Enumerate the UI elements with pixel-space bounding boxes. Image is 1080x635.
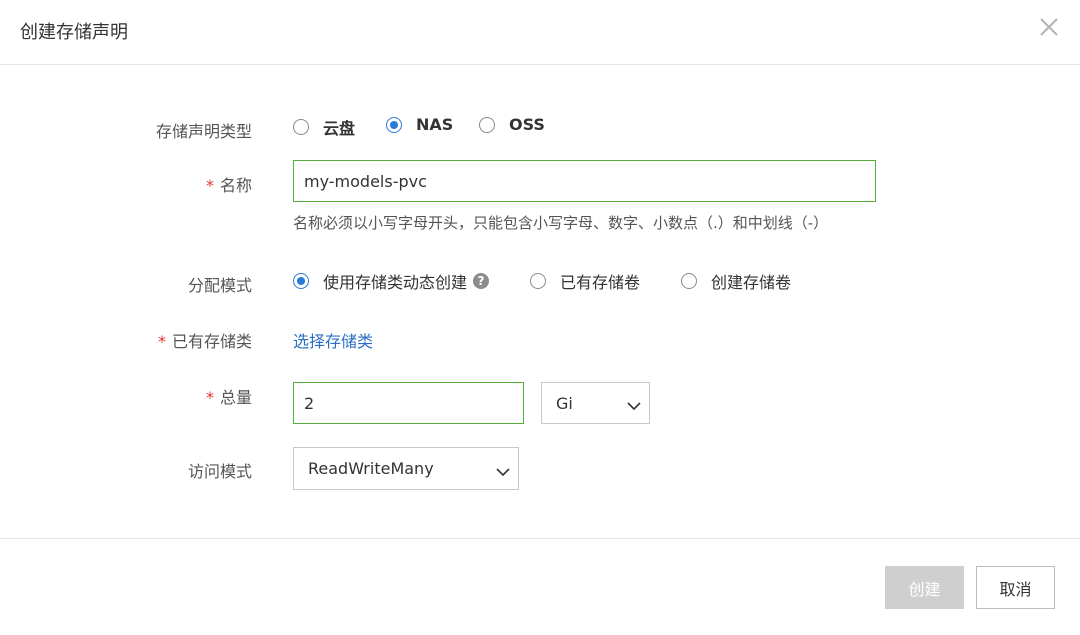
storage-class-label-text: 已有存储类 bbox=[171, 332, 252, 351]
radio-circle[interactable] bbox=[681, 273, 697, 289]
storage-class-label: * 已有存储类 bbox=[158, 328, 252, 352]
close-icon[interactable] bbox=[1038, 16, 1060, 38]
radio-label: 使用存储类动态创建 bbox=[323, 273, 468, 292]
create-button[interactable]: 创建 bbox=[885, 566, 964, 609]
access-label: 访问模式 bbox=[187, 462, 252, 481]
mode-radio-create-volume[interactable]: 创建存储卷 bbox=[681, 269, 791, 293]
type-label: 存储声明类型 bbox=[155, 122, 252, 141]
name-input[interactable]: my-models-pvc bbox=[293, 160, 876, 202]
access-mode-value: ReadWriteMany bbox=[308, 459, 434, 478]
capacity-label-text: 总量 bbox=[219, 388, 252, 407]
name-label-text: 名称 bbox=[219, 176, 252, 195]
capacity-input-value: 2 bbox=[304, 393, 315, 413]
radio-label: OSS bbox=[509, 115, 545, 134]
unit-select-value: Gi bbox=[556, 393, 573, 413]
radio-label: 云盘 bbox=[323, 119, 356, 138]
radio-label: NAS bbox=[416, 115, 454, 134]
type-radio-oss[interactable]: OSS bbox=[479, 115, 545, 134]
required-mark: * bbox=[205, 388, 214, 407]
radio-circle[interactable] bbox=[479, 116, 495, 133]
radio-circle[interactable] bbox=[530, 273, 546, 289]
required-mark: * bbox=[205, 176, 214, 195]
radio-label: 已有存储卷 bbox=[560, 273, 641, 292]
question-circle-icon[interactable]: ? bbox=[473, 273, 490, 289]
required-mark: * bbox=[157, 332, 166, 351]
name-label: * 名称 bbox=[206, 172, 252, 196]
capacity-input[interactable]: 2 bbox=[293, 382, 524, 424]
dialog-title: 创建存储声明 bbox=[20, 22, 128, 43]
radio-circle[interactable] bbox=[293, 119, 309, 135]
mode-radio-dynamic[interactable]: 使用存储类动态创建 ? bbox=[293, 269, 490, 293]
unit-select[interactable]: Gi bbox=[541, 382, 650, 424]
name-input-value: my-models-pvc bbox=[304, 171, 427, 191]
dialog-header: 创建存储声明 bbox=[0, 0, 1080, 65]
name-help-text: 名称必须以小写字母开头，只能包含小写字母、数字、小数点（.）和中划线（-） bbox=[293, 214, 829, 232]
chevron-down-icon bbox=[627, 397, 641, 416]
mode-radio-existing-volume[interactable]: 已有存储卷 bbox=[530, 269, 640, 293]
footer-divider bbox=[0, 538, 1080, 539]
access-mode-select[interactable]: ReadWriteMany bbox=[293, 447, 519, 490]
radio-label: 创建存储卷 bbox=[711, 273, 792, 292]
mode-label: 分配模式 bbox=[187, 276, 252, 295]
cancel-button[interactable]: 取消 bbox=[976, 566, 1055, 609]
chevron-down-icon bbox=[496, 463, 510, 482]
select-storage-class-link[interactable]: 选择存储类 bbox=[293, 328, 373, 352]
radio-circle[interactable] bbox=[293, 273, 309, 289]
type-radio-nas[interactable]: NAS bbox=[386, 115, 453, 134]
radio-circle[interactable] bbox=[386, 116, 402, 133]
type-radio-disk[interactable]: 云盘 bbox=[293, 115, 355, 139]
capacity-label: * 总量 bbox=[206, 384, 252, 408]
